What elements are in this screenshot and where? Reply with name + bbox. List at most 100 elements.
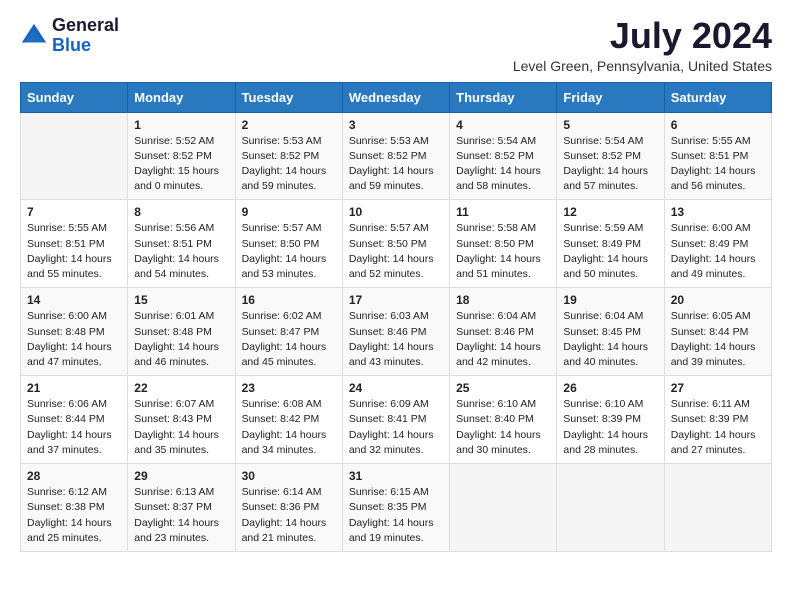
day-number: 31 — [349, 469, 443, 483]
day-info: Sunrise: 6:14 AMSunset: 8:36 PMDaylight:… — [242, 485, 336, 546]
day-number: 4 — [456, 118, 550, 132]
day-number: 3 — [349, 118, 443, 132]
day-cell: 10 Sunrise: 5:57 AMSunset: 8:50 PMDayligh… — [342, 200, 449, 288]
day-number: 30 — [242, 469, 336, 483]
day-number: 1 — [134, 118, 228, 132]
calendar-table: SundayMondayTuesdayWednesdayThursdayFrid… — [20, 82, 772, 552]
day-cell — [664, 464, 771, 552]
day-info: Sunrise: 5:57 AMSunset: 8:50 PMDaylight:… — [349, 221, 443, 282]
day-cell: 27 Sunrise: 6:11 AMSunset: 8:39 PMDayligh… — [664, 376, 771, 464]
day-info: Sunrise: 6:11 AMSunset: 8:39 PMDaylight:… — [671, 397, 765, 458]
day-number: 17 — [349, 293, 443, 307]
day-number: 8 — [134, 205, 228, 219]
day-number: 19 — [563, 293, 657, 307]
day-cell: 9Sunrise: 5:57 AMSunset: 8:50 PMDaylight… — [235, 200, 342, 288]
day-info: Sunrise: 6:10 AMSunset: 8:39 PMDaylight:… — [563, 397, 657, 458]
subtitle: Level Green, Pennsylvania, United States — [513, 58, 772, 74]
day-cell: 29 Sunrise: 6:13 AMSunset: 8:37 PMDayligh… — [128, 464, 235, 552]
day-number: 28 — [27, 469, 121, 483]
calendar-header: SundayMondayTuesdayWednesdayThursdayFrid… — [21, 82, 772, 112]
day-number: 2 — [242, 118, 336, 132]
week-row-3: 21 Sunrise: 6:06 AMSunset: 8:44 PMDayligh… — [21, 376, 772, 464]
day-info: Sunrise: 6:13 AMSunset: 8:37 PMDaylight:… — [134, 485, 228, 546]
header-cell-saturday: Saturday — [664, 82, 771, 112]
day-cell: 15Sunrise: 6:01 AMSunset: 8:48 PMDayligh… — [128, 288, 235, 376]
day-number: 23 — [242, 381, 336, 395]
day-info: Sunrise: 6:12 AMSunset: 8:38 PMDaylight:… — [27, 485, 121, 546]
week-row-4: 28 Sunrise: 6:12 AMSunset: 8:38 PMDayligh… — [21, 464, 772, 552]
logo-icon — [20, 22, 48, 50]
day-cell: 25 Sunrise: 6:10 AMSunset: 8:40 PMDayligh… — [450, 376, 557, 464]
logo-general: General — [52, 16, 119, 36]
day-cell: 2 Sunrise: 5:53 AMSunset: 8:52 PMDaylight… — [235, 112, 342, 200]
header-cell-wednesday: Wednesday — [342, 82, 449, 112]
day-info: Sunrise: 5:53 AMSunset: 8:52 PMDaylight:… — [242, 134, 336, 195]
day-info: Sunrise: 6:09 AMSunset: 8:41 PMDaylight:… — [349, 397, 443, 458]
day-cell: 13Sunrise: 6:00 AMSunset: 8:49 PMDayligh… — [664, 200, 771, 288]
logo-blue: Blue — [52, 36, 119, 56]
day-number: 21 — [27, 381, 121, 395]
day-cell: 19 Sunrise: 6:04 AMSunset: 8:45 PMDayligh… — [557, 288, 664, 376]
day-cell: 24 Sunrise: 6:09 AMSunset: 8:41 PMDayligh… — [342, 376, 449, 464]
day-cell: 1 Sunrise: 5:52 AMSunset: 8:52 PMDaylight… — [128, 112, 235, 200]
day-number: 10 — [349, 205, 443, 219]
day-info: Sunrise: 5:53 AMSunset: 8:52 PMDaylight:… — [349, 134, 443, 195]
day-cell: 23Sunrise: 6:08 AMSunset: 8:42 PMDayligh… — [235, 376, 342, 464]
day-cell: 11Sunrise: 5:58 AMSunset: 8:50 PMDayligh… — [450, 200, 557, 288]
day-cell: 21 Sunrise: 6:06 AMSunset: 8:44 PMDayligh… — [21, 376, 128, 464]
day-info: Sunrise: 6:06 AMSunset: 8:44 PMDaylight:… — [27, 397, 121, 458]
day-number: 25 — [456, 381, 550, 395]
day-number: 15 — [134, 293, 228, 307]
day-cell: 20Sunrise: 6:05 AMSunset: 8:44 PMDayligh… — [664, 288, 771, 376]
day-number: 18 — [456, 293, 550, 307]
day-cell: 4 Sunrise: 5:54 AMSunset: 8:52 PMDaylight… — [450, 112, 557, 200]
day-cell: 5 Sunrise: 5:54 AMSunset: 8:52 PMDaylight… — [557, 112, 664, 200]
header-cell-friday: Friday — [557, 82, 664, 112]
header-cell-sunday: Sunday — [21, 82, 128, 112]
header-cell-monday: Monday — [128, 82, 235, 112]
day-info: Sunrise: 6:10 AMSunset: 8:40 PMDaylight:… — [456, 397, 550, 458]
day-info: Sunrise: 5:52 AMSunset: 8:52 PMDaylight:… — [134, 134, 228, 195]
day-info: Sunrise: 6:07 AMSunset: 8:43 PMDaylight:… — [134, 397, 228, 458]
day-info: Sunrise: 6:15 AMSunset: 8:35 PMDaylight:… — [349, 485, 443, 546]
day-number: 12 — [563, 205, 657, 219]
day-info: Sunrise: 6:03 AMSunset: 8:46 PMDaylight:… — [349, 309, 443, 370]
header-cell-thursday: Thursday — [450, 82, 557, 112]
day-number: 24 — [349, 381, 443, 395]
day-cell: 16Sunrise: 6:02 AMSunset: 8:47 PMDayligh… — [235, 288, 342, 376]
day-cell: 7Sunrise: 5:55 AMSunset: 8:51 PMDaylight… — [21, 200, 128, 288]
day-cell: 6Sunrise: 5:55 AMSunset: 8:51 PMDaylight… — [664, 112, 771, 200]
day-number: 14 — [27, 293, 121, 307]
day-cell: 22 Sunrise: 6:07 AMSunset: 8:43 PMDayligh… — [128, 376, 235, 464]
week-row-0: 1 Sunrise: 5:52 AMSunset: 8:52 PMDaylight… — [21, 112, 772, 200]
day-cell: 28 Sunrise: 6:12 AMSunset: 8:38 PMDayligh… — [21, 464, 128, 552]
day-info: Sunrise: 5:54 AMSunset: 8:52 PMDaylight:… — [456, 134, 550, 195]
day-info: Sunrise: 6:00 AMSunset: 8:49 PMDaylight:… — [671, 221, 765, 282]
day-cell: 30 Sunrise: 6:14 AMSunset: 8:36 PMDayligh… — [235, 464, 342, 552]
day-info: Sunrise: 5:55 AMSunset: 8:51 PMDaylight:… — [671, 134, 765, 195]
header-cell-tuesday: Tuesday — [235, 82, 342, 112]
day-number: 29 — [134, 469, 228, 483]
day-info: Sunrise: 6:04 AMSunset: 8:45 PMDaylight:… — [563, 309, 657, 370]
day-cell: 17 Sunrise: 6:03 AMSunset: 8:46 PMDayligh… — [342, 288, 449, 376]
title-area: July 2024 Level Green, Pennsylvania, Uni… — [513, 16, 772, 74]
day-info: Sunrise: 5:58 AMSunset: 8:50 PMDaylight:… — [456, 221, 550, 282]
day-cell: 26Sunrise: 6:10 AMSunset: 8:39 PMDayligh… — [557, 376, 664, 464]
day-cell: 31 Sunrise: 6:15 AMSunset: 8:35 PMDayligh… — [342, 464, 449, 552]
day-cell — [21, 112, 128, 200]
day-cell — [557, 464, 664, 552]
day-info: Sunrise: 6:04 AMSunset: 8:46 PMDaylight:… — [456, 309, 550, 370]
day-info: Sunrise: 5:59 AMSunset: 8:49 PMDaylight:… — [563, 221, 657, 282]
day-info: Sunrise: 5:54 AMSunset: 8:52 PMDaylight:… — [563, 134, 657, 195]
day-number: 22 — [134, 381, 228, 395]
day-cell — [450, 464, 557, 552]
day-number: 5 — [563, 118, 657, 132]
day-info: Sunrise: 5:56 AMSunset: 8:51 PMDaylight:… — [134, 221, 228, 282]
day-cell: 12 Sunrise: 5:59 AMSunset: 8:49 PMDayligh… — [557, 200, 664, 288]
day-cell: 8 Sunrise: 5:56 AMSunset: 8:51 PMDaylight… — [128, 200, 235, 288]
day-info: Sunrise: 6:02 AMSunset: 8:47 PMDaylight:… — [242, 309, 336, 370]
week-row-2: 14Sunrise: 6:00 AMSunset: 8:48 PMDayligh… — [21, 288, 772, 376]
header: General Blue July 2024 Level Green, Penn… — [20, 16, 772, 74]
header-row: SundayMondayTuesdayWednesdayThursdayFrid… — [21, 82, 772, 112]
day-number: 27 — [671, 381, 765, 395]
